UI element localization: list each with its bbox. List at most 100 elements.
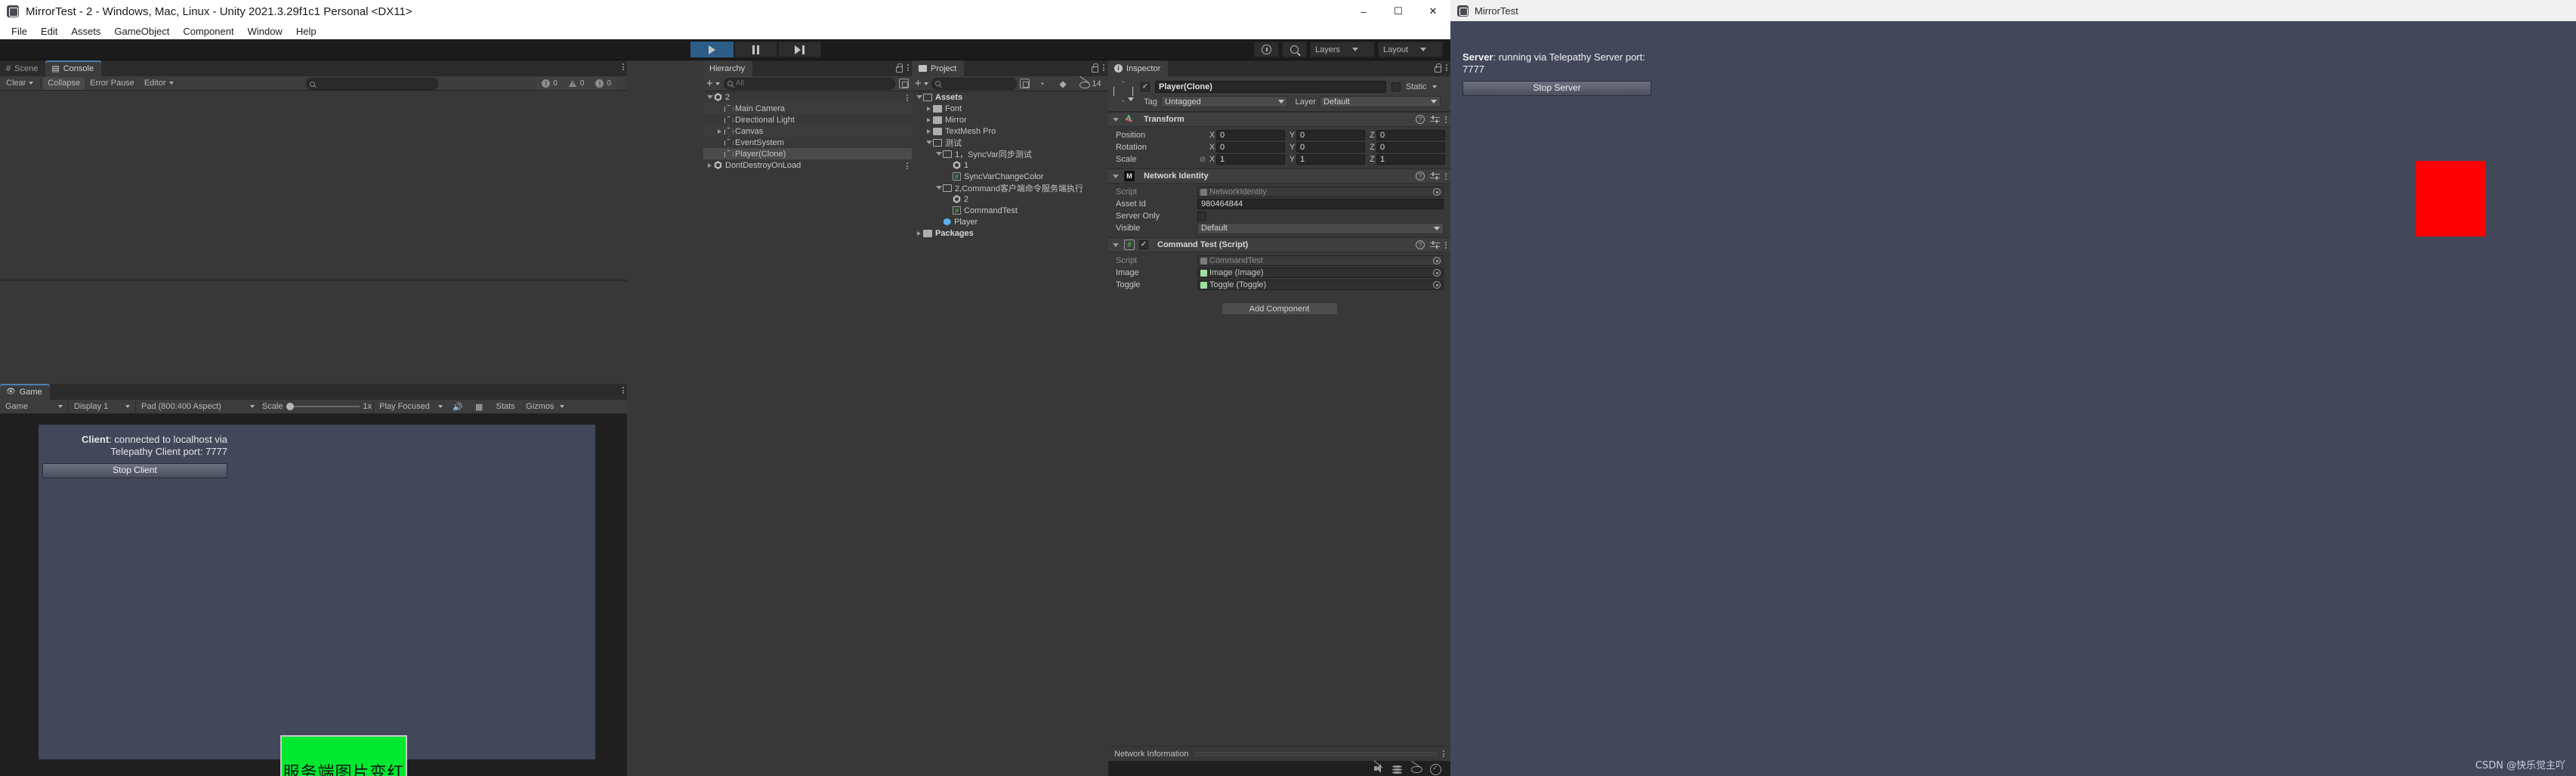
project-item-1[interactable]: 1 (913, 159, 1121, 171)
property-input-x[interactable]: 0 (1216, 130, 1285, 141)
tab-hierarchy[interactable]: Hierarchy (703, 60, 753, 76)
property-input-z[interactable]: 0 (1376, 142, 1445, 153)
component-menu-icon[interactable] (1445, 241, 1447, 249)
console-collapse-button[interactable]: Collapse (43, 76, 85, 90)
display-dropdown[interactable]: Display 1 (70, 400, 134, 413)
chevron-right-icon[interactable] (925, 106, 933, 111)
property-input-y[interactable]: 1 (1296, 154, 1365, 165)
project-item-2-command-[interactable]: 2,Command客户端命令服务端执行 (913, 182, 1121, 193)
stats-toggle-button[interactable]: ▦ (469, 400, 490, 413)
minimize-button[interactable]: – (1346, 0, 1381, 23)
scale-slider-knob[interactable] (286, 403, 294, 410)
component-header-network-identity[interactable]: M Network Identity? (1108, 168, 1450, 184)
chevron-down-icon[interactable] (1432, 85, 1437, 88)
chevron-down-icon[interactable] (706, 95, 714, 99)
property-input-x[interactable]: 0 (1216, 142, 1285, 153)
project-item-2[interactable]: 2 (913, 193, 1121, 205)
console-message-list[interactable] (0, 91, 627, 384)
scale-slider-track[interactable] (286, 403, 360, 410)
scale-slider[interactable]: Scale 1x (262, 402, 372, 411)
console-error-pause-button[interactable]: Error Pause (85, 77, 139, 90)
eye-slash-icon[interactable] (1411, 764, 1422, 774)
console-editor-dropdown[interactable]: Editor (140, 77, 178, 90)
layout-dropdown[interactable]: Layout (1378, 42, 1443, 57)
game-canvas[interactable]: Client: connected to localhost via Telep… (39, 425, 595, 776)
hierarchy-item-eventsystem[interactable]: EventSystem (703, 137, 912, 148)
object-picker-icon[interactable] (1433, 269, 1441, 277)
tab-inspector[interactable]: i Inspector (1108, 60, 1169, 76)
property-dropdown[interactable]: Default (1197, 222, 1444, 234)
hierarchy-tree[interactable]: 2 Main Camera Directional Light Canvas Event… (703, 91, 912, 776)
maximize-button[interactable]: ☐ (1381, 0, 1416, 23)
chevron-right-icon[interactable] (915, 230, 923, 236)
console-search-field[interactable] (306, 78, 438, 90)
hierarchy-item-main-camera[interactable]: Main Camera (703, 103, 912, 114)
project-item-player[interactable]: Player (913, 216, 1121, 227)
property-input-z[interactable]: 1 (1376, 154, 1445, 165)
menu-help[interactable]: Help (289, 24, 323, 39)
project-type-filter-button[interactable]: ◔ (1033, 77, 1051, 90)
layers-dropdown[interactable]: Layers (1310, 42, 1375, 57)
gizmos-dropdown[interactable]: Gizmos (522, 400, 565, 413)
component-header-transform[interactable]: Transform? (1108, 112, 1450, 127)
console-search-input[interactable] (318, 79, 434, 88)
hierarchy-search-field[interactable] (723, 77, 895, 90)
playmode-focus-dropdown[interactable]: Play Focused (375, 400, 447, 413)
stop-server-button[interactable]: Stop Server (1463, 80, 1651, 96)
console-clear-button[interactable]: Clear (2, 77, 38, 90)
property-checkbox[interactable] (1197, 212, 1206, 221)
hierarchy-item-menu-icon[interactable] (907, 94, 908, 101)
network-information-bar[interactable]: Network Information (1108, 746, 1450, 761)
property-object-field[interactable]: Toggle (Toggle) (1197, 280, 1444, 290)
menu-gameobject[interactable]: GameObject (107, 24, 176, 39)
component-menu-icon[interactable] (1445, 116, 1447, 123)
close-button[interactable]: ✕ (1416, 0, 1450, 23)
game-view-dropdown[interactable]: Game (2, 400, 66, 413)
project-item-commandtest[interactable]: # CommandTest (913, 205, 1121, 216)
aspect-dropdown[interactable]: Pad (800:400 Aspect) (137, 400, 258, 413)
chevron-down-icon[interactable] (915, 95, 923, 99)
global-search-button[interactable] (1282, 42, 1307, 57)
tab-project[interactable]: Project (913, 60, 965, 76)
object-name-field[interactable]: Player(Clone) (1155, 81, 1386, 93)
project-item--[interactable]: 测试 (913, 137, 1121, 148)
tab-console[interactable]: ▤ Console (45, 60, 102, 76)
game-view[interactable]: Client: connected to localhost via Telep… (0, 414, 627, 776)
step-button[interactable] (778, 42, 821, 57)
project-hidden-packages-button[interactable]: 14 (1075, 77, 1105, 90)
object-enabled-checkbox[interactable] (1141, 82, 1150, 91)
object-picker-icon[interactable] (1433, 281, 1441, 289)
object-picker-icon[interactable] (1433, 257, 1441, 264)
add-component-button[interactable]: Add Component (1221, 302, 1338, 315)
check-circle-icon[interactable] (1430, 763, 1441, 775)
console-splitter[interactable] (0, 280, 627, 281)
tab-game[interactable]: 👁 Game (0, 384, 50, 400)
chevron-down-icon[interactable] (934, 186, 943, 190)
property-input-x[interactable]: 1 (1216, 154, 1285, 165)
hierarchy-menu-icon[interactable] (907, 64, 909, 71)
hierarchy-add-button[interactable]: + (706, 78, 720, 89)
mute-audio-button[interactable]: 🔊 (448, 400, 468, 413)
preset-icon[interactable] (1430, 240, 1440, 249)
chevron-down-icon[interactable] (1111, 174, 1120, 178)
hierarchy-item-player-clone-[interactable]: Player(Clone) (703, 148, 912, 159)
chevron-down-icon[interactable] (925, 141, 933, 144)
pause-button[interactable] (734, 42, 777, 57)
property-object-field[interactable]: CommandTest (1197, 255, 1444, 266)
play-button[interactable] (690, 42, 734, 57)
project-item-font[interactable]: Font (913, 103, 1121, 114)
property-object-field[interactable]: Image (Image) (1197, 267, 1444, 278)
hierarchy-item-2[interactable]: 2 (703, 91, 912, 103)
menu-edit[interactable]: Edit (34, 24, 64, 39)
project-search-field[interactable] (931, 77, 1017, 90)
console-log-count[interactable]: ! 0 (536, 77, 563, 90)
component-menu-icon[interactable] (1445, 172, 1447, 180)
lock-icon[interactable] (1091, 63, 1098, 73)
object-picker-icon[interactable] (1433, 188, 1441, 196)
chevron-right-icon[interactable] (715, 128, 724, 134)
project-expand-icon[interactable] (1020, 79, 1030, 88)
hierarchy-item-canvas[interactable]: Canvas (703, 125, 912, 137)
menu-file[interactable]: File (5, 24, 34, 39)
project-menu-icon[interactable] (1103, 64, 1104, 71)
menu-window[interactable]: Window (241, 24, 289, 39)
